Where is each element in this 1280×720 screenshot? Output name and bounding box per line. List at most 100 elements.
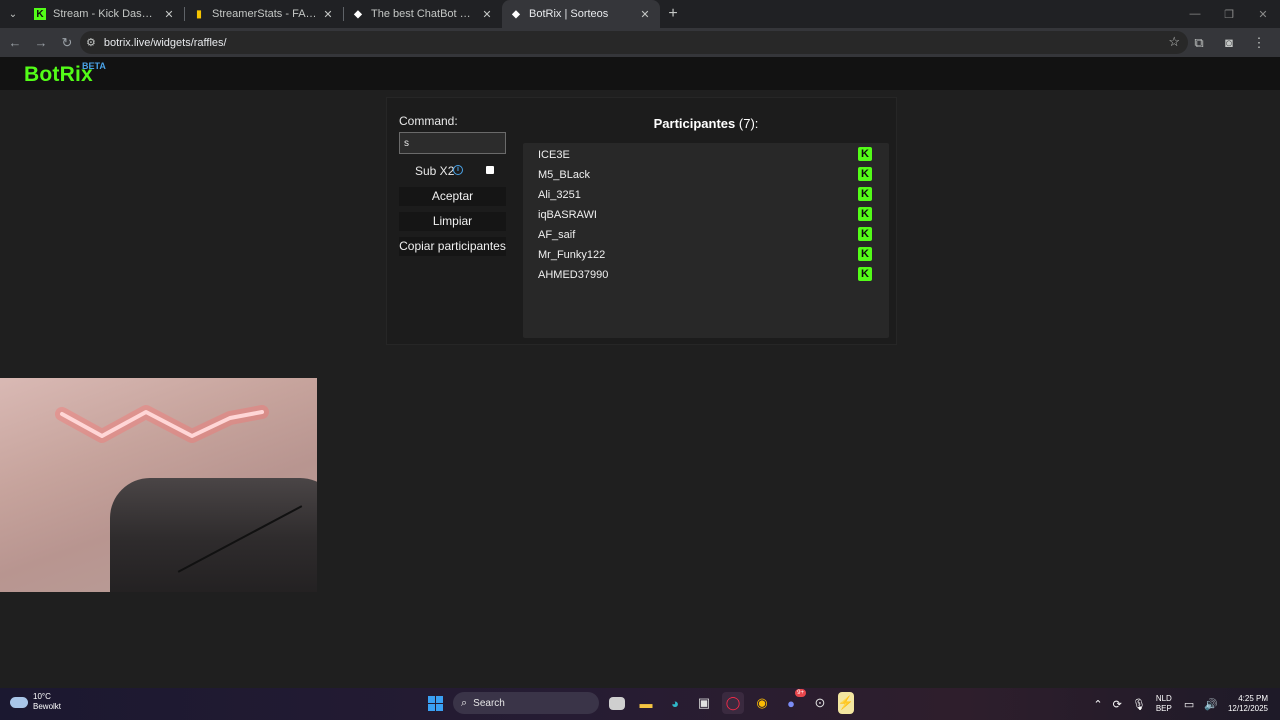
- participants-heading: Participantes (7):: [523, 116, 889, 131]
- steam-icon[interactable]: ⊙: [809, 692, 831, 714]
- language-indicator[interactable]: NLD BEP: [1156, 694, 1172, 714]
- back-arrow-icon[interactable]: ←: [3, 31, 27, 55]
- clock-time: 4:25 PM: [1238, 694, 1268, 703]
- edge-icon[interactable]: ◕: [664, 692, 686, 714]
- minimize-icon[interactable]: —: [1178, 0, 1212, 28]
- sync-icon[interactable]: ⟳: [1113, 698, 1122, 711]
- profile-icon[interactable]: ◙: [1214, 31, 1244, 54]
- participant-row: iqBASRAWI K: [523, 205, 889, 225]
- system-tray: ⌃ ⟳ 🎙 NLD BEP ▭ 🔊 4:25 PM 12/12/2025: [1093, 688, 1280, 720]
- tab-search-dropdown-icon[interactable]: ⌄: [0, 0, 26, 28]
- taskbar-search[interactable]: ⌕ Search: [453, 692, 599, 714]
- kick-icon: K: [858, 267, 872, 281]
- restore-icon[interactable]: ❐: [1212, 0, 1246, 28]
- tab-kick-dashboard[interactable]: K Stream - Kick Dashboard ✕: [26, 0, 184, 28]
- new-tab-button[interactable]: +: [660, 5, 686, 23]
- tab-streamerstats[interactable]: ▮ StreamerStats - FALAFELCO Pro ✕: [185, 0, 343, 28]
- participant-row: Ali_3251 K: [523, 185, 889, 205]
- clock[interactable]: 4:25 PM 12/12/2025: [1228, 694, 1268, 714]
- discord-icon[interactable]: ● 9+: [780, 689, 806, 714]
- participant-row: AF_saif K: [523, 225, 889, 245]
- sub-x2-checkbox[interactable]: [486, 166, 494, 174]
- participants-title: Participantes: [653, 116, 736, 131]
- lang-top: NLD: [1155, 694, 1172, 703]
- command-label: Command:: [399, 114, 458, 128]
- kick-favicon-icon: K: [34, 8, 46, 20]
- tab-close-icon[interactable]: ✕: [638, 8, 652, 21]
- windows-start-icon[interactable]: [424, 692, 446, 714]
- tab-title: BotRix | Sorteos: [529, 8, 609, 20]
- participant-row: Mr_Funky122 K: [523, 245, 889, 265]
- participants-count: (7):: [738, 116, 759, 131]
- display-icon[interactable]: ▭: [1184, 698, 1194, 711]
- raffle-widget: Command: Sub X2 i Aceptar Limpiar Copiar…: [386, 97, 897, 345]
- window-controls: — ❐ ✕: [1178, 0, 1280, 28]
- lang-bottom: BEP: [1155, 704, 1172, 713]
- tab-botrix-sorteos[interactable]: ◆ BotRix | Sorteos ✕: [502, 0, 660, 28]
- weather-widget[interactable]: 10°C Bewolkt: [10, 692, 61, 712]
- address-bar[interactable]: ⚙ botrix.live/widgets/raffles/ ☆: [80, 31, 1188, 54]
- menu-kebab-icon[interactable]: ⋮: [1244, 31, 1274, 54]
- kick-icon: K: [858, 187, 872, 201]
- opera-icon[interactable]: ◯: [722, 692, 744, 714]
- participant-name: Ali_3251: [538, 189, 581, 201]
- bar-chart-icon: ▮: [196, 8, 202, 20]
- kick-icon: K: [858, 167, 872, 181]
- participants-panel: Participantes (7): ICE3E K M5_BLack K Al…: [523, 98, 889, 346]
- app-icon[interactable]: ⚡: [838, 692, 854, 714]
- sub-x2-row: Sub X2 i: [399, 160, 506, 182]
- command-input[interactable]: [399, 132, 506, 154]
- tab-title: The best ChatBot and Widgets: [371, 8, 476, 20]
- kick-icon: K: [858, 247, 872, 261]
- toolbar-right-actions: ⧉ ◙ ⋮: [1184, 31, 1274, 54]
- search-icon: ⌕: [461, 696, 468, 709]
- participant-row: AHMED37990 K: [523, 265, 889, 285]
- taskbar-apps: ⌕ Search ▬ ◕ ▣ ◯ ◉ ● 9+ ⊙ ⚡: [424, 689, 861, 714]
- participant-name: Mr_Funky122: [538, 249, 606, 261]
- speaker-icon[interactable]: 🔊: [1204, 698, 1218, 711]
- chrome-icon[interactable]: ◉: [751, 692, 773, 714]
- raffle-controls: Command: Sub X2 i Aceptar Limpiar Copiar…: [399, 114, 506, 256]
- info-icon[interactable]: i: [453, 165, 463, 175]
- browser-toolbar: ← → ↻ ⚙ botrix.live/widgets/raffles/ ☆ ⧉…: [0, 28, 1280, 57]
- app-header: BotRix BETA: [0, 57, 1280, 90]
- participant-name: M5_BLack: [538, 169, 590, 181]
- weather-temp: 10°C: [33, 692, 51, 701]
- browser-tab-strip: ⌄ K Stream - Kick Dashboard ✕ ▮ Streamer…: [0, 0, 1280, 28]
- clock-date: 12/12/2025: [1227, 704, 1268, 713]
- forward-arrow-icon[interactable]: →: [29, 31, 53, 55]
- kick-icon: K: [858, 227, 872, 241]
- tab-title: StreamerStats - FALAFELCO Pro: [212, 8, 317, 20]
- close-window-icon[interactable]: ✕: [1246, 0, 1280, 28]
- beta-badge: BETA: [82, 61, 106, 71]
- site-info-icon[interactable]: ⚙: [86, 36, 96, 49]
- sub-x2-label: Sub X2: [415, 164, 455, 178]
- tab-close-icon[interactable]: ✕: [321, 8, 335, 21]
- reload-icon[interactable]: ↻: [55, 31, 79, 55]
- tab-close-icon[interactable]: ✕: [480, 8, 494, 21]
- botrix-favicon-icon: ◆: [512, 8, 520, 20]
- kick-icon: K: [858, 207, 872, 221]
- bookmark-star-icon[interactable]: ☆: [1168, 34, 1180, 50]
- file-explorer-icon[interactable]: ▬: [635, 692, 657, 714]
- accept-button[interactable]: Aceptar: [399, 187, 506, 206]
- tab-close-icon[interactable]: ✕: [162, 8, 176, 21]
- extensions-puzzle-icon[interactable]: ⧉: [1184, 31, 1214, 54]
- webcam-feed: [0, 378, 317, 592]
- search-label: Search: [473, 697, 505, 709]
- store-icon[interactable]: ▣: [693, 692, 715, 714]
- weather-text: 10°C Bewolkt: [33, 692, 61, 712]
- windows-taskbar: 10°C Bewolkt ⌕ Search ▬ ◕ ▣ ◯ ◉ ● 9+ ⊙ ⚡ …: [0, 688, 1280, 720]
- copy-participants-button[interactable]: Copiar participantes: [399, 237, 506, 256]
- task-view-icon[interactable]: [609, 696, 625, 710]
- page-content: BotRix BETA Command: Sub X2 i Aceptar Li…: [0, 57, 1280, 688]
- clear-button[interactable]: Limpiar: [399, 212, 506, 231]
- kick-icon: K: [858, 147, 872, 161]
- participants-list: ICE3E K M5_BLack K Ali_3251 K iqBASRAWI …: [523, 143, 889, 338]
- url-text: botrix.live/widgets/raffles/: [103, 36, 227, 49]
- participant-name: iqBASRAWI: [538, 209, 597, 221]
- discord-badge: 9+: [795, 689, 806, 697]
- tab-botrix-chatbot[interactable]: ◆ The best ChatBot and Widgets ✕: [344, 0, 502, 28]
- chevron-up-icon[interactable]: ⌃: [1093, 698, 1102, 711]
- microphone-icon[interactable]: 🎙: [1132, 698, 1146, 711]
